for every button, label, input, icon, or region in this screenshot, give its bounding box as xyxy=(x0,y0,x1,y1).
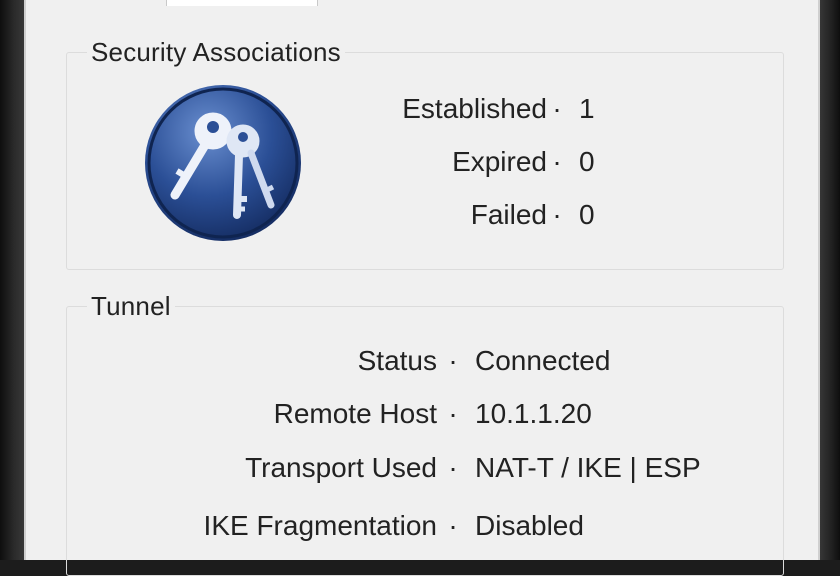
tunnel-label: Remote Host xyxy=(273,398,437,429)
security-associations-group: Security Associations Established · 1 Ex… xyxy=(66,37,784,270)
tunnel-value: Connected xyxy=(475,345,611,376)
separator-dot: · xyxy=(448,345,458,376)
sa-row-established: Established · 1 xyxy=(67,89,767,129)
security-associations-title: Security Associations xyxy=(87,37,345,68)
tunnel-label: IKE Fragmentation xyxy=(203,510,437,541)
tunnel-row-ike-fragmentation: IKE Fragmentation · Disabled xyxy=(67,506,767,546)
tunnel-row-transport: Transport Used · NAT-T / IKE | ESP xyxy=(67,448,767,488)
status-panel: Security Associations Established · 1 Ex… xyxy=(24,0,820,576)
tunnel-value: 10.1.1.20 xyxy=(475,398,592,429)
tunnel-label: Status xyxy=(357,345,437,376)
separator-dot: · xyxy=(448,398,458,429)
tunnel-title: Tunnel xyxy=(87,291,175,322)
window-frame-right xyxy=(818,0,840,560)
sa-label: Established xyxy=(402,93,547,124)
separator-dot: · xyxy=(552,93,562,124)
sa-label: Expired xyxy=(452,146,547,177)
sa-value: 1 xyxy=(579,93,595,124)
window-frame-left xyxy=(0,0,26,560)
tunnel-group: Tunnel Status · Connected Remote Host · … xyxy=(66,291,784,576)
separator-dot: · xyxy=(552,199,562,230)
sa-row-expired: Expired · 0 xyxy=(67,142,767,182)
tunnel-label: Transport Used xyxy=(245,452,437,483)
separator-dot: · xyxy=(448,510,458,541)
separator-dot: · xyxy=(552,146,562,177)
sa-row-failed: Failed · 0 xyxy=(67,195,767,235)
separator-dot: · xyxy=(448,452,458,483)
tunnel-value: NAT-T / IKE | ESP xyxy=(475,452,701,483)
tunnel-row-status: Status · Connected xyxy=(67,341,767,381)
sa-value: 0 xyxy=(579,146,595,177)
sa-label: Failed xyxy=(470,199,547,230)
tunnel-row-remote-host: Remote Host · 10.1.1.20 xyxy=(67,394,767,434)
active-tab-stub[interactable] xyxy=(166,0,318,6)
tunnel-value: Disabled xyxy=(475,510,584,541)
sa-value: 0 xyxy=(579,199,595,230)
